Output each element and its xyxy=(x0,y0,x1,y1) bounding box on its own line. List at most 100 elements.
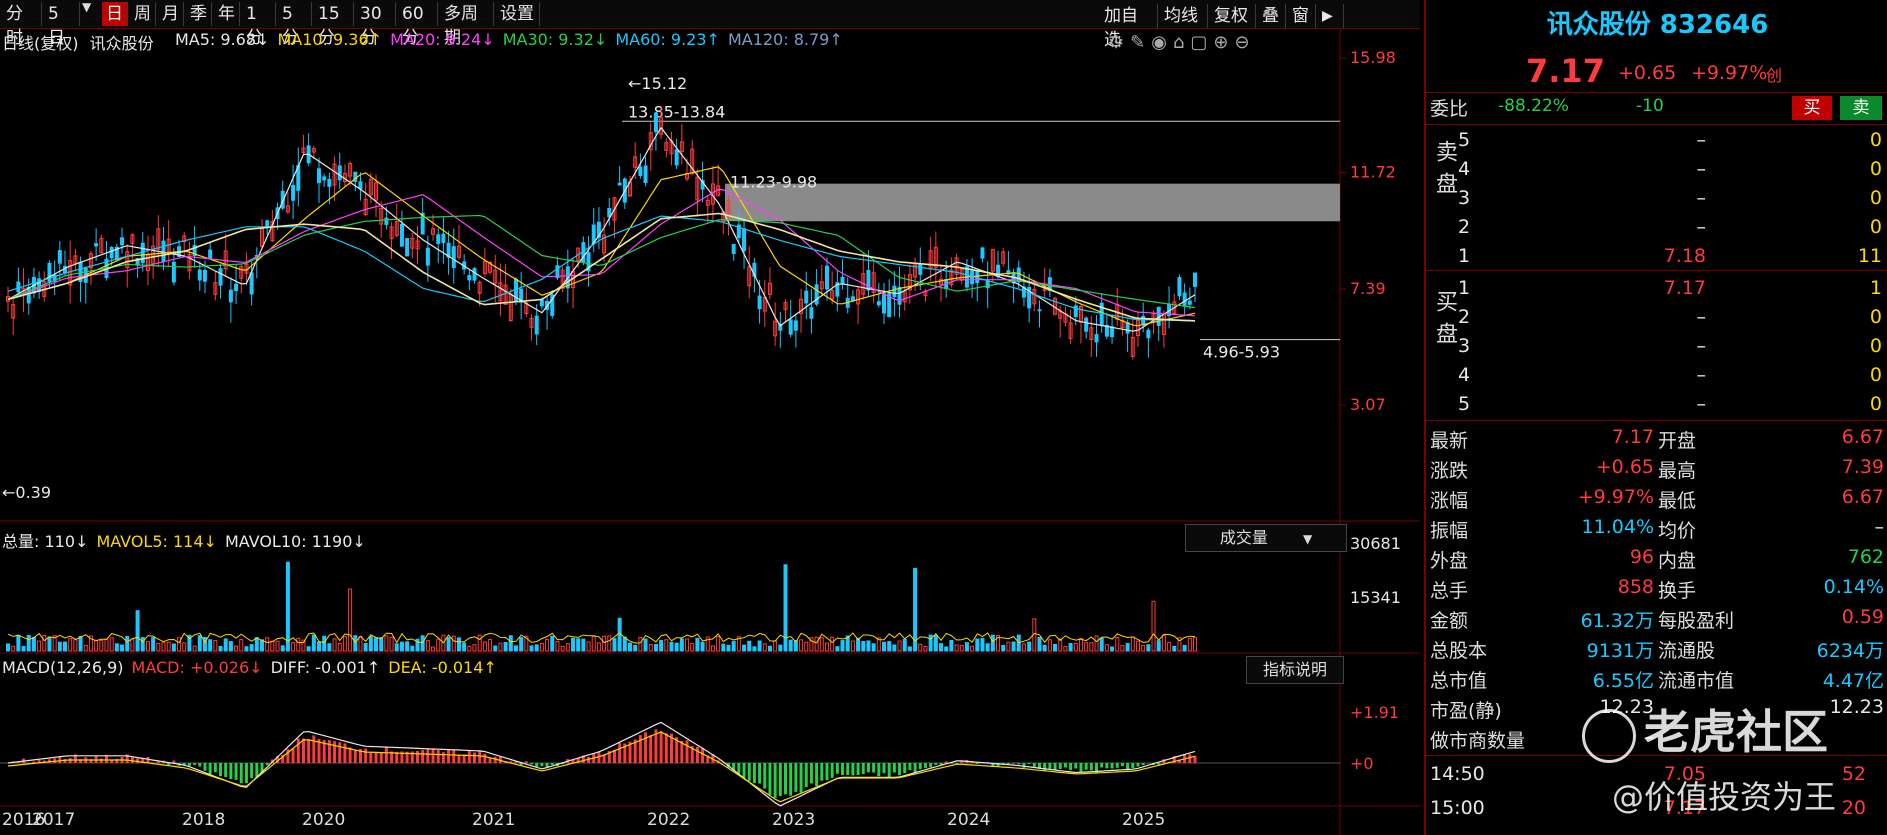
toolbar-item-5[interactable]: 季 xyxy=(186,2,212,26)
annotation-label: ←0.39 xyxy=(2,483,51,502)
toolbar-item-8[interactable]: 5分 xyxy=(278,2,312,48)
x-tick-label: 2021 xyxy=(472,810,516,830)
pen-icon[interactable]: ✎ xyxy=(1130,32,1151,53)
sells-row: 1 7.18 11 xyxy=(1426,242,1887,272)
expand-icon[interactable]: ▶ xyxy=(1318,4,1344,28)
volume-bar xyxy=(1130,636,1135,652)
indicator-help-button[interactable]: 指标说明 xyxy=(1246,656,1344,684)
candle-body xyxy=(534,315,539,335)
volume-bar xyxy=(73,639,78,652)
volume-bar xyxy=(456,637,461,652)
toolbar-item-12[interactable]: 多周期 xyxy=(440,2,494,48)
candle-body xyxy=(202,269,207,282)
volume-bar xyxy=(1120,645,1125,652)
price-pct: +9.97% xyxy=(1691,62,1768,84)
toolbar-item-4[interactable]: 月 xyxy=(158,2,184,26)
volume-bar xyxy=(399,641,404,652)
volume-bar xyxy=(799,639,804,652)
toolbar-right-item-4[interactable]: 窗 xyxy=(1288,4,1316,28)
toolbar-right-item-1[interactable]: 均线 xyxy=(1160,4,1208,28)
volume-bar xyxy=(881,641,886,652)
stat-value: 4.47亿 xyxy=(1822,670,1884,692)
sells-level: 4 xyxy=(1458,158,1471,180)
toolbar-item-11[interactable]: 60分 xyxy=(398,2,438,48)
candle-body xyxy=(322,176,327,181)
stat-label: 换手 xyxy=(1658,580,1697,602)
watermark-handle: @价值投资为王 xyxy=(1612,778,1837,816)
diff-line xyxy=(7,721,1196,807)
volume-bar xyxy=(726,644,731,652)
volume-bar xyxy=(1099,637,1104,652)
candle-body xyxy=(653,112,658,133)
volume-dropdown[interactable]: 成交量 ▼ xyxy=(1185,524,1347,552)
sell-button[interactable]: 卖 xyxy=(1840,96,1882,120)
home-icon[interactable]: ⌂ xyxy=(1173,32,1190,53)
new-high-badge: 创 xyxy=(1766,66,1783,85)
toolbar-item-10[interactable]: 30分 xyxy=(356,2,396,48)
volume-bar xyxy=(254,637,259,652)
candle-body xyxy=(436,234,441,244)
sells-price: – xyxy=(1696,129,1707,151)
candle-body xyxy=(1073,305,1078,318)
volume-bar xyxy=(1167,641,1172,652)
toolbar-item-7[interactable]: 1分 xyxy=(242,2,276,48)
ma-legend-item: MA5: 9.68↓ xyxy=(175,30,270,49)
stat-value: 6234万 xyxy=(1816,640,1884,662)
candle-body xyxy=(897,287,902,305)
stock-chart[interactable]: 3.07 7.39 11.72 15.98 ←15.12 13.85-13.84 11.23… xyxy=(0,28,1420,835)
lock-icon[interactable]: ▢ xyxy=(1190,32,1213,53)
stat-label: 最高 xyxy=(1658,460,1697,482)
toolbar-item-13[interactable]: 设置 xyxy=(496,2,540,26)
volume-bar xyxy=(508,635,513,652)
watermark-logo: 老虎社区 xyxy=(1582,696,1828,763)
volume-bar xyxy=(244,646,249,652)
buys-row: 2 – 0 xyxy=(1426,303,1887,333)
toolbar-item-9[interactable]: 15分 xyxy=(314,2,354,48)
volume-bar xyxy=(674,642,679,652)
buys-price: – xyxy=(1696,306,1707,328)
volume-bar xyxy=(120,644,125,652)
annotation-label: 11.23-9.98 xyxy=(730,173,817,192)
candle-body xyxy=(980,247,985,259)
ma5-line xyxy=(7,126,1196,332)
candle-body xyxy=(472,268,477,281)
toolbar-item-2[interactable]: 日 xyxy=(102,2,128,26)
volume-bar xyxy=(887,641,892,652)
toolbar-item-1[interactable]: 5日 xyxy=(44,2,80,48)
toolbar-right-item-0[interactable]: 加自选 xyxy=(1100,4,1158,50)
candle-body xyxy=(918,264,923,275)
volume-bar xyxy=(679,638,684,652)
volume-bar xyxy=(192,645,197,652)
volume-bar xyxy=(1011,641,1016,652)
toolbar-item-6[interactable]: 年 xyxy=(214,2,240,26)
toolbar-item-0[interactable]: 分时 xyxy=(2,2,42,48)
zoom-in-icon[interactable]: ⊕ xyxy=(1213,32,1234,53)
volume-bar xyxy=(218,645,223,652)
macd-legend-item: DIFF: -0.001↑ xyxy=(270,658,381,677)
toolbar-right-item-2[interactable]: 复权 xyxy=(1210,4,1256,28)
ma-legend-item: MA10: 9.36↑ xyxy=(277,30,383,49)
volume-bar xyxy=(109,637,114,652)
volume-bar xyxy=(1089,642,1094,652)
stat-label: 最低 xyxy=(1658,490,1697,512)
settings-icon[interactable]: ⚙ xyxy=(1108,32,1130,53)
toolbar-item-3[interactable]: 周 xyxy=(130,2,156,26)
buy-button[interactable]: 买 xyxy=(1792,96,1832,120)
zoom-out-icon[interactable]: ⊖ xyxy=(1235,32,1256,53)
volume-bar xyxy=(130,638,135,652)
volume-bar xyxy=(16,634,21,652)
volume-bar xyxy=(94,639,99,652)
volume-bar xyxy=(182,642,187,652)
candle-body xyxy=(824,265,829,290)
toolbar-right-item-3[interactable]: 叠 xyxy=(1258,4,1286,28)
volume-bar xyxy=(835,646,840,652)
price-change: +0.65 xyxy=(1618,62,1677,84)
volume-bar xyxy=(31,636,36,652)
volume-bar xyxy=(897,640,902,652)
volume-bar xyxy=(565,643,570,652)
volume-bar xyxy=(545,638,550,652)
volume-bar xyxy=(213,640,218,652)
volume-bar xyxy=(21,645,26,652)
eye-icon[interactable]: ◉ xyxy=(1151,32,1173,53)
sells-volume: 11 xyxy=(1857,245,1882,267)
